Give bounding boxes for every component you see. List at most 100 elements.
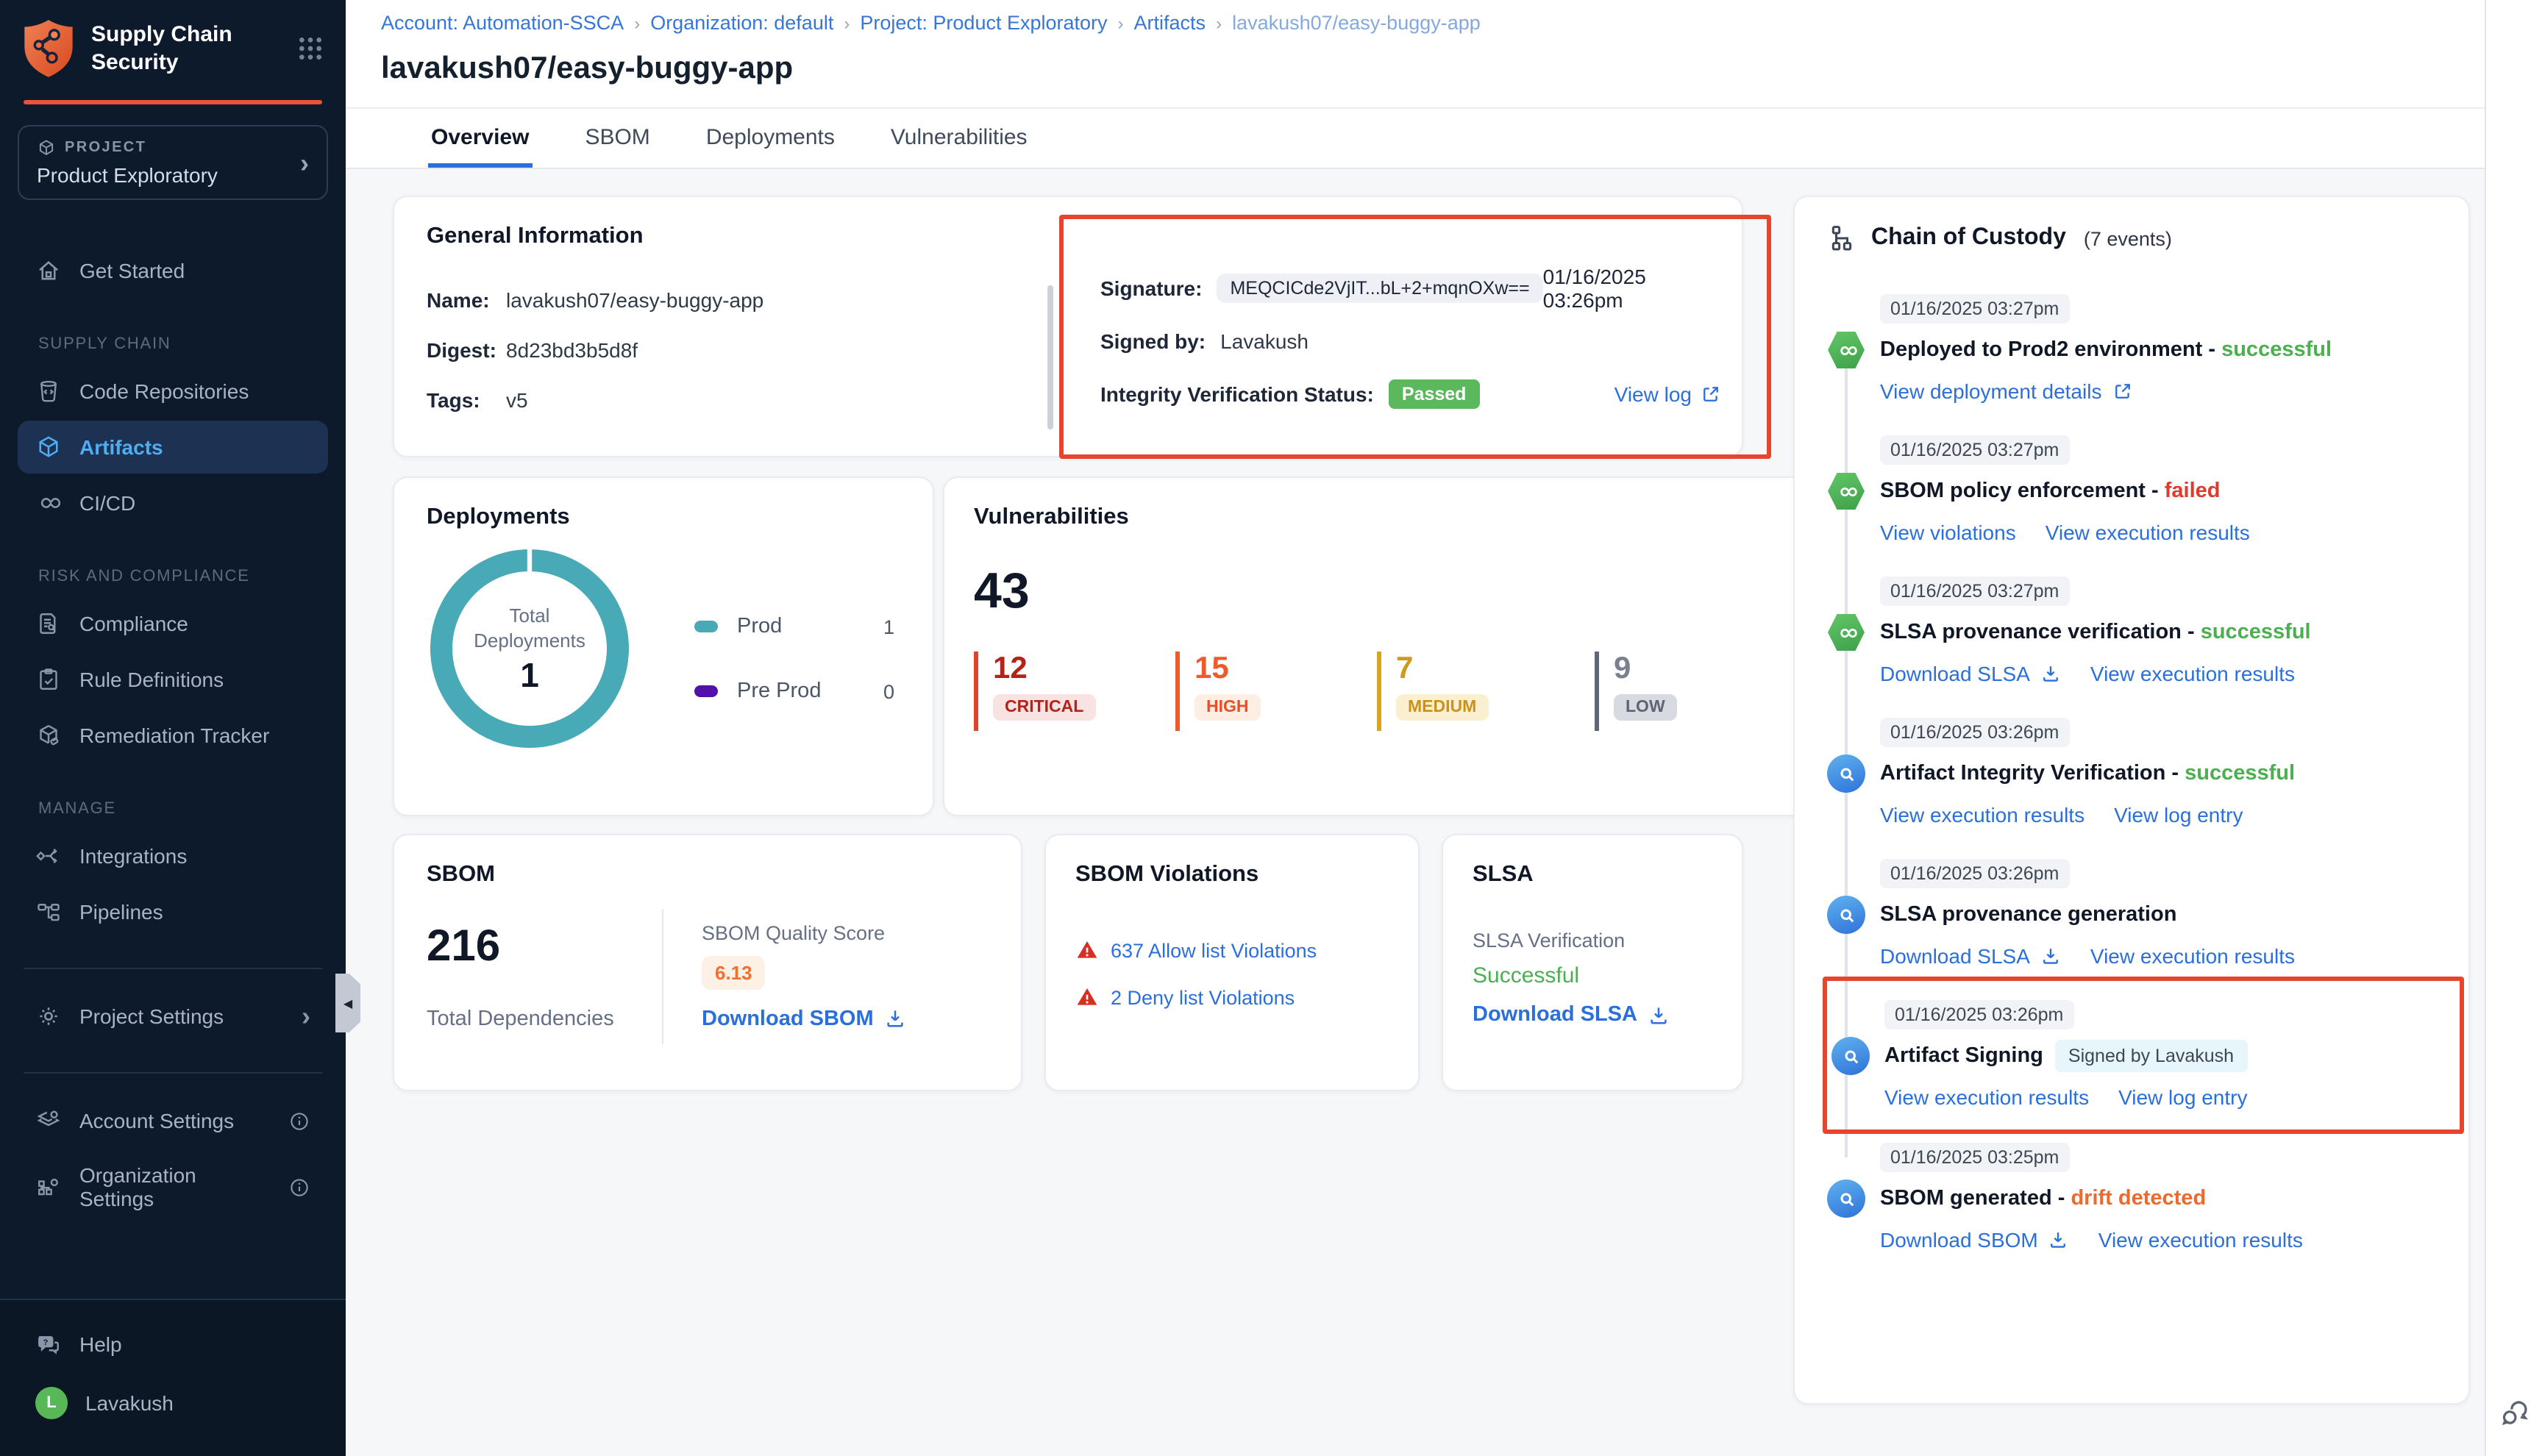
chain-of-custody-card: Chain of Custody (7 events) 01/16/2025 0… bbox=[1793, 196, 2470, 1405]
scrollbar-thumb[interactable] bbox=[1047, 285, 1053, 429]
project-selector[interactable]: PROJECT Product Exploratory › bbox=[18, 125, 328, 200]
sidebar-item-artifacts[interactable]: Artifacts bbox=[18, 421, 328, 474]
apps-grid-icon[interactable] bbox=[296, 34, 325, 63]
event-title: Artifact Integrity Verification bbox=[1880, 762, 2165, 785]
sidebar-item-account-settings[interactable]: Account Settings bbox=[18, 1094, 328, 1147]
integrity-status-label: Integrity Verification Status: bbox=[1100, 382, 1374, 406]
breadcrumb-project[interactable]: Project: Product Exploratory bbox=[860, 12, 1107, 34]
section-risk-compliance: RISK AND COMPLIANCE bbox=[0, 532, 346, 594]
right-edge-strip bbox=[2485, 0, 2542, 1456]
severity-count: 7 bbox=[1396, 652, 1595, 685]
sidebar-user[interactable]: L Lavakush bbox=[18, 1374, 328, 1432]
download-slsa-link[interactable]: Download SLSA bbox=[1880, 662, 2061, 685]
divider bbox=[662, 908, 663, 1043]
event-status: failed bbox=[2146, 479, 2221, 503]
breadcrumb-account[interactable]: Account: Automation-SSCA bbox=[381, 12, 624, 34]
view-execution-results-link[interactable]: View execution results bbox=[1884, 1085, 2089, 1109]
legend-value: 1 bbox=[883, 615, 894, 638]
download-icon bbox=[884, 1007, 906, 1029]
deny-list-violations-link[interactable]: 2 Deny list Violations bbox=[1075, 985, 1389, 1009]
scan-event-icon bbox=[1827, 754, 1865, 793]
download-sbom-link[interactable]: Download SBOM bbox=[1880, 1228, 2069, 1252]
sidebar-item-rule-definitions[interactable]: Rule Definitions bbox=[18, 653, 328, 706]
view-log-entry-link[interactable]: View log entry bbox=[2114, 803, 2243, 827]
event-title: SLSA provenance verification bbox=[1880, 621, 2182, 644]
tab-deployments[interactable]: Deployments bbox=[703, 109, 838, 168]
view-execution-results-link[interactable]: View execution results bbox=[1880, 803, 2084, 827]
cube-icon bbox=[35, 434, 62, 460]
sidebar-item-remediation-tracker[interactable]: Remediation Tracker bbox=[18, 709, 328, 762]
sidebar-item-label: Code Repositories bbox=[79, 379, 249, 403]
cicd-event-icon bbox=[1827, 613, 1865, 652]
chain-of-custody-title: Chain of Custody bbox=[1871, 225, 2066, 251]
integrations-icon bbox=[35, 843, 62, 869]
view-execution-results-link[interactable]: View execution results bbox=[2046, 521, 2250, 544]
allow-list-violations-label: 637 Allow list Violations bbox=[1111, 939, 1317, 961]
sidebar-item-integrations[interactable]: Integrations bbox=[18, 829, 328, 882]
home-icon bbox=[35, 257, 62, 284]
severity-badge: LOW bbox=[1614, 694, 1677, 721]
general-information-card: General Information Name: lavakush07/eas… bbox=[393, 196, 1743, 457]
sidebar-item-help[interactable]: ? Help bbox=[18, 1318, 328, 1371]
sidebar-item-get-started[interactable]: Get Started bbox=[18, 244, 328, 297]
sidebar-item-compliance[interactable]: Compliance bbox=[18, 597, 328, 650]
timeline-event-sbom-policy: 01/16/2025 03:27pm SBOM policy enforceme… bbox=[1827, 435, 2436, 544]
tab-vulnerabilities[interactable]: Vulnerabilities bbox=[888, 109, 1030, 168]
sidebar-item-cicd[interactable]: CI/CD bbox=[18, 477, 328, 529]
divider bbox=[24, 1072, 322, 1074]
tab-overview[interactable]: Overview bbox=[428, 109, 532, 168]
sidebar-collapse-handle[interactable]: ◀ bbox=[335, 974, 360, 1032]
page-title: lavakush07/easy-buggy-app bbox=[381, 51, 2485, 87]
view-log-label: View log bbox=[1614, 382, 1692, 406]
support-chat-icon[interactable] bbox=[2498, 1396, 2532, 1430]
view-execution-results-link[interactable]: View execution results bbox=[2090, 662, 2295, 685]
digest-label: Digest: bbox=[427, 338, 506, 362]
event-timestamp: 01/16/2025 03:25pm bbox=[1880, 1143, 2069, 1172]
view-log-link[interactable]: View log bbox=[1614, 382, 1721, 406]
sidebar-item-label: Help bbox=[79, 1332, 122, 1356]
sbom-total-label: Total Dependencies bbox=[427, 1007, 662, 1030]
breadcrumb-organization[interactable]: Organization: default bbox=[650, 12, 833, 34]
download-sbom-label: Download SBOM bbox=[702, 1007, 874, 1030]
event-timestamp: 01/16/2025 03:26pm bbox=[1880, 859, 2069, 888]
scan-event-icon bbox=[1831, 1037, 1870, 1075]
link-label: Download SBOM bbox=[1880, 1228, 2038, 1252]
breadcrumb-current: lavakush07/easy-buggy-app bbox=[1232, 12, 1481, 34]
legend-item-preprod: Pre Prod 0 bbox=[694, 679, 894, 703]
breadcrumb-artifacts[interactable]: Artifacts bbox=[1134, 12, 1206, 34]
project-name: Product Exploratory bbox=[37, 163, 300, 187]
clipboard-check-icon bbox=[35, 666, 62, 693]
card-title: Vulnerabilities bbox=[974, 504, 1796, 531]
tab-sbom[interactable]: SBOM bbox=[582, 109, 652, 168]
card-title: SBOM Violations bbox=[1075, 862, 1389, 888]
signed-by-row: Signed by: Lavakush bbox=[1100, 324, 1721, 359]
chevron-right-icon: › bbox=[844, 13, 850, 33]
sidebar-item-project-settings[interactable]: Project Settings › bbox=[18, 990, 328, 1043]
legend-label: Pre Prod bbox=[737, 679, 883, 703]
timeline-event-slsa-verification: 01/16/2025 03:27pm SLSA provenance verif… bbox=[1827, 577, 2436, 685]
external-link-icon bbox=[1701, 384, 1721, 404]
sidebar-item-organization-settings[interactable]: Organization Settings bbox=[18, 1150, 328, 1224]
app-title: Supply Chain Security bbox=[91, 21, 281, 76]
view-violations-link[interactable]: View violations bbox=[1880, 521, 2016, 544]
download-slsa-link[interactable]: Download SLSA bbox=[1473, 1003, 1712, 1027]
download-slsa-link[interactable]: Download SLSA bbox=[1880, 944, 2061, 968]
view-execution-results-link[interactable]: View execution results bbox=[2090, 944, 2295, 968]
legend-label: Prod bbox=[737, 615, 883, 638]
signature-value[interactable]: MEQCICde2VjIT...bL+2+mqnOXw== bbox=[1217, 274, 1542, 303]
vulnerabilities-card: Vulnerabilities 43 12 CRITICAL 15 HIGH bbox=[943, 477, 1827, 816]
download-sbom-link[interactable]: Download SBOM bbox=[702, 1007, 989, 1030]
top-bar: Account: Automation-SSCA › Organization: … bbox=[346, 0, 2485, 109]
info-icon bbox=[288, 1176, 310, 1198]
event-title: Artifact Signing bbox=[1884, 1044, 2043, 1068]
link-label: View log entry bbox=[2118, 1085, 2247, 1109]
sidebar-item-code-repositories[interactable]: Code Repositories bbox=[18, 365, 328, 418]
view-execution-results-link[interactable]: View execution results bbox=[2098, 1228, 2303, 1252]
sidebar-item-pipelines[interactable]: Pipelines bbox=[18, 885, 328, 938]
severity-badge: CRITICAL bbox=[993, 694, 1095, 721]
allow-list-violations-link[interactable]: 637 Allow list Violations bbox=[1075, 938, 1389, 962]
view-deployment-details-link[interactable]: View deployment details bbox=[1880, 379, 2132, 403]
view-log-entry-link[interactable]: View log entry bbox=[2118, 1085, 2247, 1109]
document-search-icon bbox=[35, 610, 62, 637]
chain-of-custody-header: Chain of Custody (7 events) bbox=[1827, 224, 2436, 253]
